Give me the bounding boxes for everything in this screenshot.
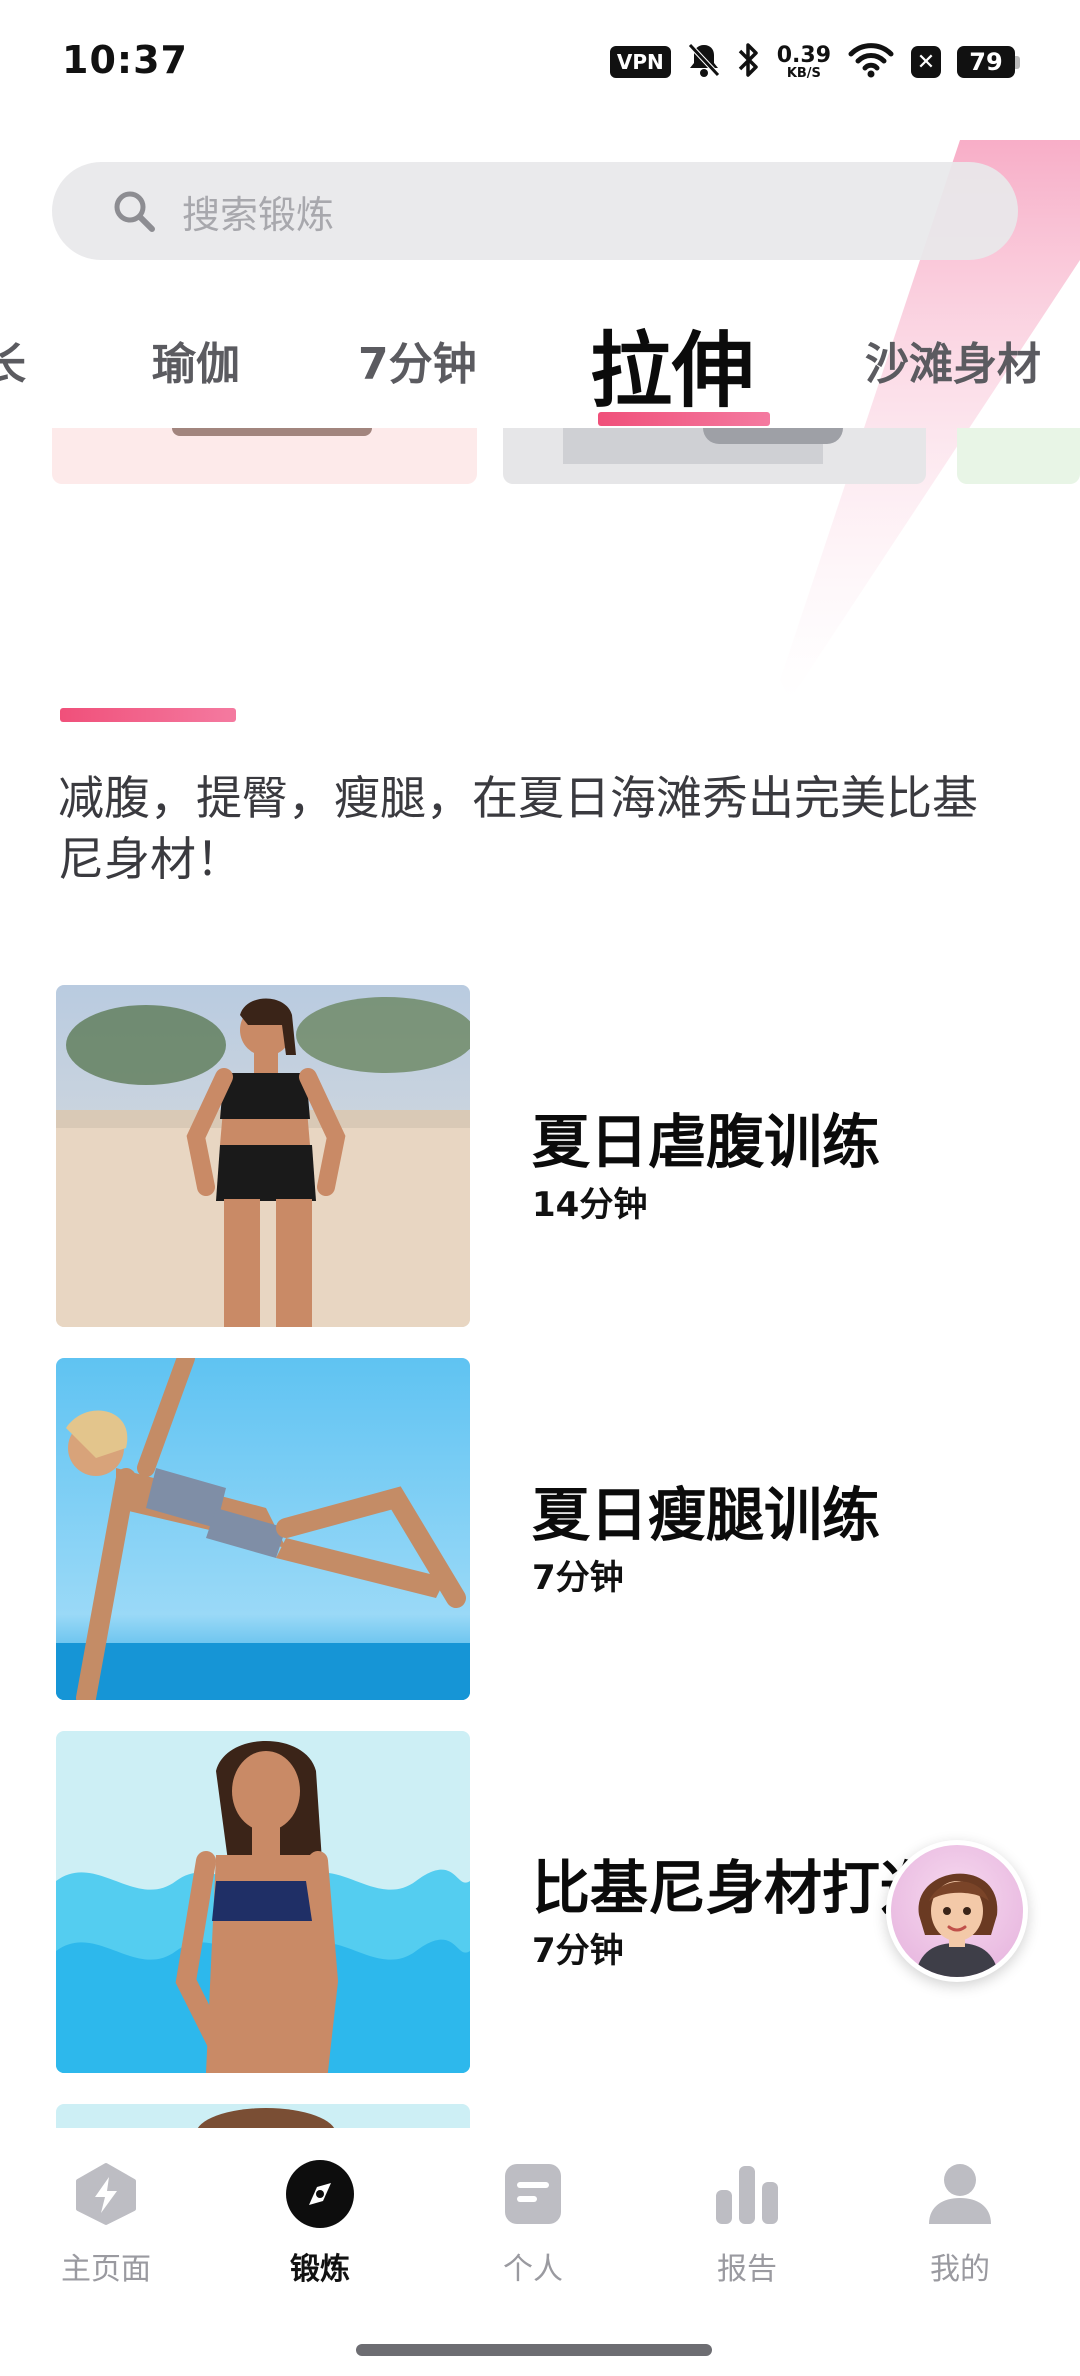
nav-workout[interactable]: 锻炼 bbox=[240, 2158, 400, 2288]
bar-chart-icon bbox=[711, 2158, 783, 2230]
workout-thumbnail bbox=[56, 1731, 470, 2073]
home-bolt-icon bbox=[70, 2158, 142, 2230]
workout-duration: 7分钟 bbox=[532, 1931, 624, 1971]
status-icons: VPN 0.39 KB/S ✕ 79 bbox=[609, 41, 1020, 83]
tab-yoga[interactable]: 瑜伽 bbox=[152, 328, 240, 392]
nav-label: 个人 bbox=[503, 2252, 563, 2287]
workout-title: 比基尼身材打造 bbox=[532, 1854, 939, 1922]
workout-thumbnail bbox=[56, 1358, 470, 1700]
profile-icon bbox=[924, 2158, 996, 2230]
search-icon bbox=[114, 191, 155, 232]
workout-duration: 7分钟 bbox=[532, 1558, 624, 1598]
mute-bell-icon bbox=[687, 42, 721, 82]
nav-label: 锻炼 bbox=[290, 2252, 350, 2287]
workout-item[interactable]: 夏日瘦腿训练 7分钟 bbox=[56, 1358, 1080, 1700]
nav-label: 报告 bbox=[717, 2252, 777, 2287]
section-accent-bar bbox=[60, 708, 236, 722]
nav-personal[interactable]: 个人 bbox=[453, 2158, 613, 2288]
nav-report[interactable]: 报告 bbox=[667, 2158, 827, 2288]
tab-7-minute[interactable]: 7分钟 bbox=[358, 328, 477, 392]
network-speed: 0.39 KB/S bbox=[776, 42, 831, 81]
nav-me[interactable]: 我的 bbox=[880, 2158, 1040, 2288]
search-placeholder[interactable]: 搜索锻炼 bbox=[182, 184, 334, 239]
featured-card-partial[interactable] bbox=[503, 428, 926, 484]
document-icon bbox=[497, 2158, 569, 2230]
status-time: 10:37 bbox=[62, 38, 188, 82]
tab-beach-body[interactable]: 沙滩身材 bbox=[865, 328, 1041, 392]
search-bar[interactable]: 搜索锻炼 bbox=[52, 162, 1018, 260]
tab-stretch[interactable]: 拉伸 bbox=[590, 304, 754, 423]
battery-tip bbox=[1015, 55, 1020, 69]
battery-level: 79 bbox=[957, 46, 1015, 78]
x-badge-icon: ✕ bbox=[911, 46, 941, 78]
nav-label: 主页面 bbox=[61, 2252, 151, 2287]
net-speed-unit: KB/S bbox=[786, 65, 821, 81]
bluetooth-icon bbox=[737, 41, 761, 83]
tab-growth[interactable]: 长 bbox=[0, 328, 26, 392]
workout-duration: 14分钟 bbox=[532, 1185, 648, 1225]
section-description: 减腹，提臀，瘦腿，在夏日海滩秀出完美比基尼身材！ bbox=[58, 771, 978, 886]
bottom-navigation: 主页面 锻炼 个人 报告 我的 bbox=[0, 2130, 1080, 2376]
net-speed-value: 0.39 bbox=[776, 42, 831, 68]
workout-item[interactable]: 夏日虐腹训练 14分钟 bbox=[56, 985, 1080, 1327]
category-tabs: 长 瑜伽 7分钟 拉伸 沙滩身材 bbox=[0, 300, 1080, 440]
avatar bbox=[891, 1845, 1023, 1977]
nav-label: 我的 bbox=[930, 2252, 990, 2287]
coach-avatar-button[interactable] bbox=[886, 1840, 1028, 1982]
workout-thumbnail bbox=[56, 2104, 470, 2128]
workout-title: 夏日虐腹训练 bbox=[532, 1108, 881, 1176]
status-bar: 10:37 VPN 0.39 KB/S ✕ 79 bbox=[0, 0, 1080, 120]
workout-thumbnail bbox=[56, 985, 470, 1327]
active-tab-indicator bbox=[598, 412, 770, 426]
featured-card-partial[interactable] bbox=[52, 428, 477, 484]
battery-icon: 79 bbox=[957, 46, 1020, 78]
vpn-badge: VPN bbox=[609, 46, 671, 78]
compass-icon bbox=[284, 2158, 356, 2230]
workout-title: 夏日瘦腿训练 bbox=[532, 1481, 881, 1549]
nav-home[interactable]: 主页面 bbox=[26, 2158, 186, 2288]
featured-card-partial[interactable] bbox=[957, 428, 1080, 484]
wifi-icon bbox=[847, 42, 895, 82]
home-indicator[interactable] bbox=[356, 2344, 712, 2356]
